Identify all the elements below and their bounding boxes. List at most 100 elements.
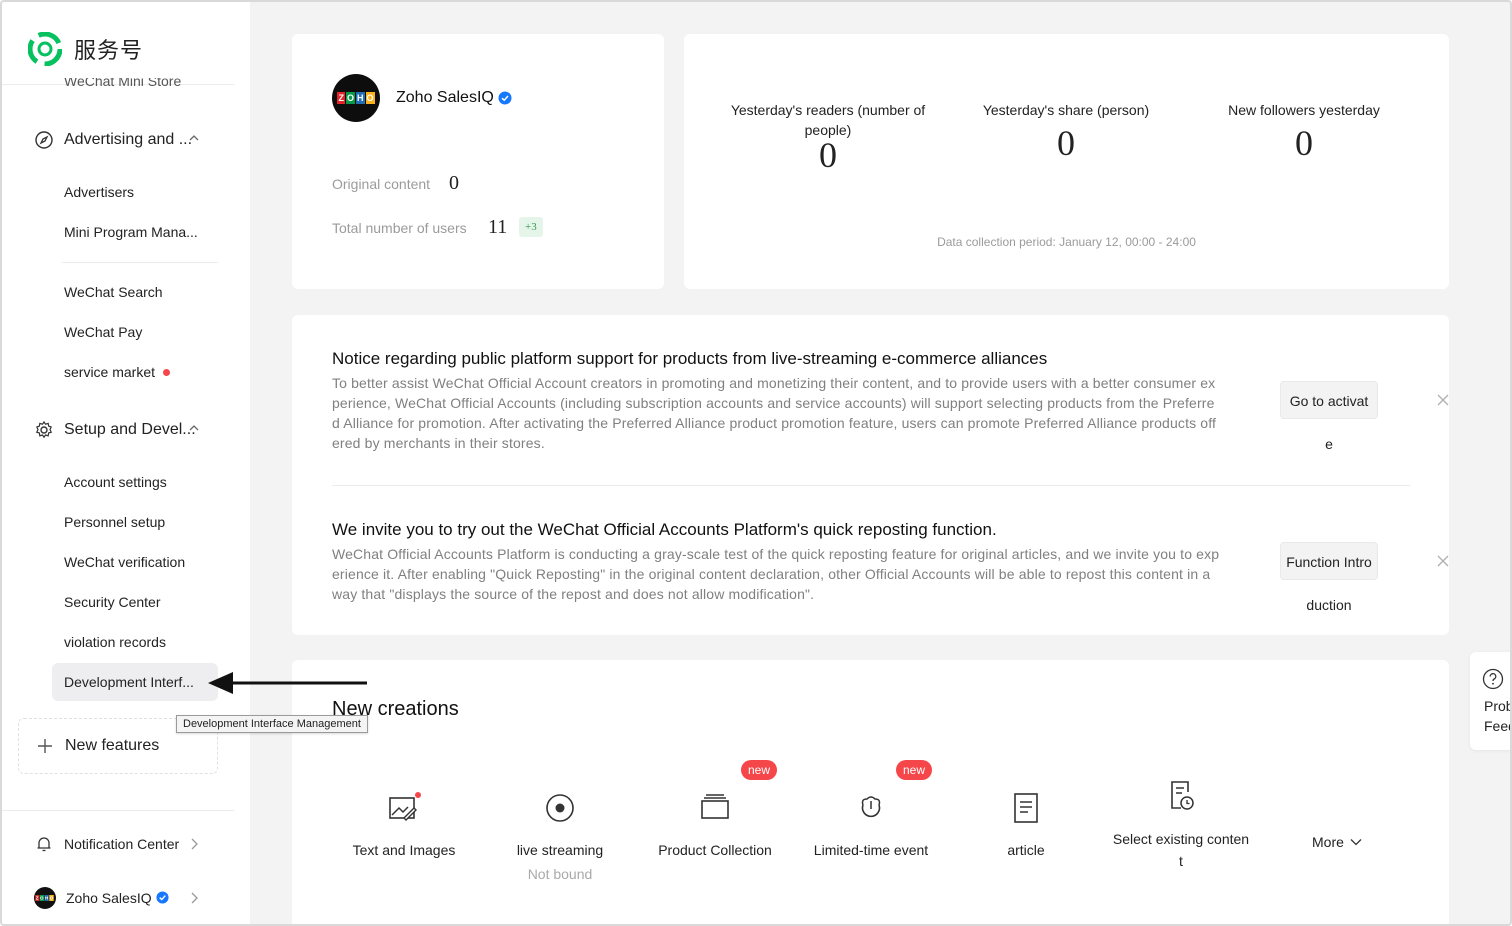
original-content-value[interactable]: 0: [449, 172, 459, 195]
select-existing-content[interactable]: Select existing conten t: [1106, 776, 1256, 872]
creation-label: Limited-time event: [813, 842, 929, 858]
sidebar-item-account-settings[interactable]: Account settings: [64, 474, 167, 490]
button-label-wrap: e: [1325, 436, 1333, 452]
verified-badge-icon: [156, 890, 169, 904]
image-edit-icon: [389, 792, 421, 821]
more-label: More: [1312, 834, 1344, 850]
stat-followers: New followers yesterday 0: [1194, 100, 1414, 163]
users-delta-badge: +3: [519, 217, 543, 237]
chevron-up-icon[interactable]: [188, 132, 200, 144]
new-creations-card: New creations Text and Images live strea…: [292, 660, 1449, 924]
create-live-streaming[interactable]: live streaming Not bound: [504, 788, 616, 882]
creation-label: live streaming: [516, 842, 604, 858]
verified-badge-icon: [498, 91, 512, 105]
chevron-up-icon[interactable]: [188, 422, 200, 434]
chevron-right-icon: [191, 892, 198, 904]
sidebar-item-service-market[interactable]: service market: [64, 364, 171, 380]
collection-icon: [701, 794, 729, 819]
avatar[interactable]: ZOHO: [332, 74, 380, 122]
more-dropdown[interactable]: More: [1312, 834, 1362, 850]
stat-readers: Yesterday's readers (number of people) 0: [718, 100, 938, 173]
creation-label: article: [1007, 842, 1045, 858]
feedback-label-line: Feed: [1484, 718, 1510, 734]
sidebar-item-development-interface[interactable]: Development Interf...: [64, 674, 194, 690]
sidebar-item-mini-program[interactable]: Mini Program Mana...: [64, 224, 198, 240]
brand[interactable]: 服务号: [28, 32, 143, 66]
button-label-wrap: duction: [1306, 597, 1352, 613]
creation-label-line: t: [1179, 853, 1183, 869]
feedback-label: Prob Feed: [1484, 696, 1512, 736]
close-icon[interactable]: [1436, 554, 1450, 568]
feedback-widget[interactable]: Prob Feed: [1470, 652, 1512, 750]
chevron-down-icon: [1350, 839, 1362, 846]
create-product-collection[interactable]: Product Collection: [650, 788, 780, 858]
divider: [62, 262, 218, 263]
article-icon: [1014, 793, 1038, 823]
button-label: Function Intro: [1280, 542, 1378, 580]
sidebar-item-wechat-pay[interactable]: WeChat Pay: [64, 324, 142, 340]
notice-title: Notice regarding public platform support…: [332, 349, 1048, 368]
sidebar-item-wechat-verification[interactable]: WeChat verification: [64, 554, 185, 570]
stat-shares: Yesterday's share (person) 0: [956, 100, 1176, 163]
sidebar-item-personnel-setup[interactable]: Personnel setup: [64, 514, 165, 530]
sidebar-group-label: Setup and Devel...: [64, 421, 196, 438]
new-badge: new: [741, 760, 778, 780]
stat-value: 0: [1295, 123, 1313, 163]
sidebar-item-security-center[interactable]: Security Center: [64, 594, 160, 610]
function-introduction-button[interactable]: Function Intro duction: [1280, 542, 1378, 614]
plus-icon: [38, 739, 52, 753]
event-icon: [861, 796, 881, 818]
creation-label-line: Select existing conten: [1112, 831, 1250, 847]
notice-body: To better assist WeChat Official Account…: [332, 375, 1217, 451]
bell-icon: [37, 837, 51, 852]
wechat-service-logo-icon: [28, 32, 62, 66]
compass-icon: [35, 131, 53, 149]
stat-value: 0: [1057, 123, 1075, 163]
sidebar-item-violation-records[interactable]: violation records: [64, 634, 166, 650]
question-icon: [1482, 668, 1504, 690]
new-badge: new: [896, 760, 933, 780]
notification-dot: [163, 368, 171, 376]
sidebar-item-wechat-search[interactable]: WeChat Search: [64, 284, 163, 300]
app-frame: 服务号 WeChat Mini Store Advertising and ..…: [0, 0, 1512, 926]
select-content-icon: [1171, 781, 1194, 810]
account-name: Zoho SalesIQ: [396, 89, 494, 106]
go-to-activate-button[interactable]: Go to activat e: [1280, 381, 1378, 453]
account-switcher[interactable]: ZOHO Zoho SalesIQ: [34, 887, 204, 909]
notification-center-label: Notification Center: [64, 836, 180, 852]
chevron-right-icon: [191, 838, 198, 850]
sidebar-group-setup[interactable]: Setup and Devel...: [34, 420, 204, 440]
stat-label: New followers yesterday: [1228, 102, 1380, 118]
sidebar-group-advertising[interactable]: Advertising and ...: [34, 130, 204, 150]
sidebar-item-advertisers[interactable]: Advertisers: [64, 184, 134, 200]
notification-center[interactable]: Notification Center: [34, 834, 204, 854]
create-article[interactable]: article: [976, 788, 1076, 858]
live-icon: [546, 794, 574, 822]
account-title[interactable]: Zoho SalesIQ: [396, 89, 512, 107]
create-text-and-images[interactable]: Text and Images: [346, 788, 462, 858]
total-users-value[interactable]: 11: [488, 216, 507, 239]
gear-icon: [35, 420, 53, 439]
pointer-arrow-icon: [208, 672, 367, 694]
tooltip: Development Interface Management: [176, 715, 368, 733]
creation-label: Select existing conten t: [1106, 828, 1256, 872]
stat-label: Yesterday's share (person): [982, 102, 1150, 118]
notices-card: Notice regarding public platform support…: [292, 315, 1449, 635]
sidebar: 服务号 WeChat Mini Store Advertising and ..…: [2, 2, 250, 924]
brand-name: 服务号: [74, 38, 144, 63]
data-period: Data collection period: January 12, 00:0…: [937, 235, 1196, 249]
notice-body: WeChat Official Accounts Platform is con…: [332, 546, 1220, 602]
notice-item: We invite you to try out the WeChat Offi…: [332, 518, 1449, 613]
button-label: Go to activat: [1280, 381, 1378, 419]
sidebar-item-cut[interactable]: WeChat Mini Store: [64, 78, 181, 88]
notice-item: Notice regarding public platform support…: [332, 347, 1449, 453]
feedback-label-line: Prob: [1484, 698, 1512, 714]
divider: [332, 485, 1410, 486]
zoho-logo: ZOHO: [337, 92, 375, 104]
creation-label: Text and Images: [352, 842, 456, 858]
close-icon[interactable]: [1436, 393, 1450, 407]
profile-card: ZOHO Zoho SalesIQ Original content 0 Tot…: [292, 34, 664, 289]
avatar: ZOHO: [34, 887, 56, 909]
divider: [2, 810, 234, 811]
create-limited-time-event[interactable]: Limited-time event: [806, 788, 936, 858]
